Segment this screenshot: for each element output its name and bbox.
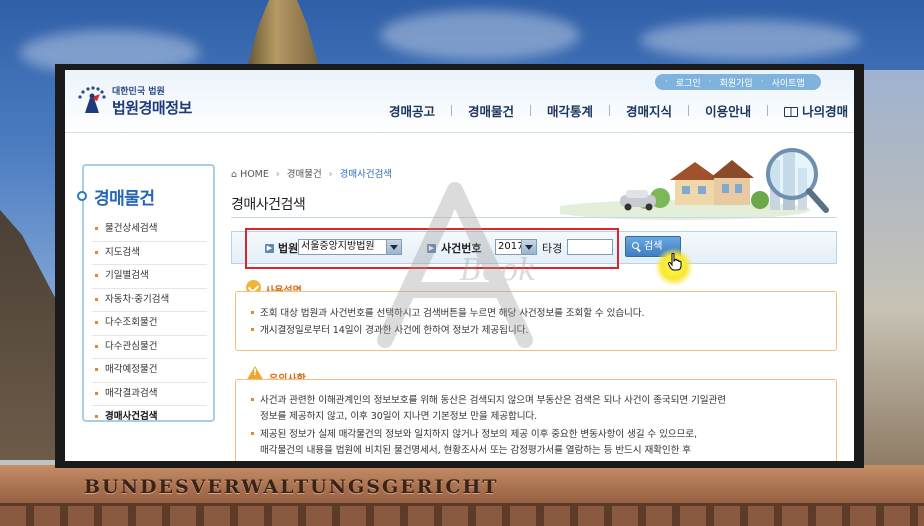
case-type-label: 타경 [542, 242, 563, 255]
sidebar-item-sale-results[interactable]: 매각결과검색 [92, 383, 207, 406]
site-header: 대한민국 법원 법원경매정보 · 로그인 · 회원가입 · 사이트맵 경매공고 … [65, 70, 854, 133]
nav-usage-guide[interactable]: 이용안내 [697, 101, 759, 120]
title-divider [231, 217, 837, 218]
sidebar-item-vehicle-search[interactable]: 자동차·중기검색 [92, 289, 207, 312]
search-icon [632, 242, 639, 249]
cloud [640, 20, 860, 60]
triangle-right-icon: ▶ [427, 244, 436, 253]
nav-sale-statistics[interactable]: 매각통계 [539, 101, 601, 120]
caution-line: 사건과 관련한 이해관계인의 정보보호를 위해 동산은 검색되지 않으며 부동산… [251, 392, 726, 406]
sidebar-item-most-interested[interactable]: 다수관심물건 [92, 336, 207, 359]
breadcrumb: ⌂ HOME › 경매물건 › 경매사건검색 [231, 166, 392, 180]
utility-links: · 로그인 · 회원가입 · 사이트맵 [655, 74, 821, 90]
court-logo-icon[interactable] [77, 86, 107, 116]
nav-auction-items[interactable]: 경매물건 [460, 101, 522, 120]
home-icon[interactable]: ⌂ [231, 169, 237, 180]
chevron-right-icon: › [275, 169, 280, 180]
usage-line: 개시결정일로부터 14일이 경과한 사건에 한하여 정보가 제공됩니다. [251, 322, 528, 336]
court-select[interactable]: 서울중앙지방법원 [298, 239, 402, 255]
web-page: 대한민국 법원 법원경매정보 · 로그인 · 회원가입 · 사이트맵 경매공고 … [65, 70, 854, 461]
signup-link[interactable]: 회원가입 [714, 76, 759, 89]
breadcrumb-home[interactable]: HOME [240, 169, 269, 180]
sidebar-item-case-search[interactable]: 경매사건검색 [92, 406, 207, 429]
caution-line: 매각물건의 내용을 법원에 비치된 물건명세서, 현황조사서 또는 감정평가서를… [260, 445, 692, 456]
title-bullet-icon [77, 191, 87, 201]
usage-line: 조회 대상 법원과 사건번호를 선택하시고 검색버튼을 누르면 해당 사건정보를… [251, 305, 645, 319]
sidebar-item-most-viewed[interactable]: 다수조회물건 [92, 312, 207, 336]
book-icon [784, 107, 799, 117]
houses-magnifier-illustration [560, 148, 829, 220]
sitemap-link[interactable]: 사이트맵 [766, 76, 811, 89]
facade-inscription: BUNDESVERWALTUNGSGERICHT [84, 476, 499, 498]
search-button[interactable]: 검색 [625, 236, 681, 257]
sidebar-title: 경매물건 [94, 189, 155, 209]
main-nav: 경매공고 경매물건 매각통계 경매지식 이용안내 나의경매 [381, 101, 854, 120]
court-label: 법원 [278, 242, 299, 255]
nav-auction-notice[interactable]: 경매공고 [381, 101, 443, 120]
breadcrumb-current: 경매사건검색 [339, 169, 393, 180]
building-statue [862, 70, 924, 470]
page-title: 경매사건검색 [231, 197, 306, 213]
chevron-down-icon [386, 240, 401, 254]
login-link[interactable]: 로그인 [670, 76, 707, 89]
sidebar-item-date-search[interactable]: 기일별검색 [92, 265, 207, 289]
case-number-input[interactable] [567, 239, 613, 255]
sidebar: 경매물건 물건상세검색 지도검색 기일별검색 자동차·중기검색 다수조회물건 다… [77, 164, 215, 422]
sidebar-item-detail-search[interactable]: 물건상세검색 [92, 218, 207, 242]
logo-title[interactable]: 법원경매정보 [112, 97, 192, 118]
year-select[interactable]: 2017 [495, 239, 537, 255]
sidebar-item-scheduled-sale[interactable]: 매각예정물건 [92, 359, 207, 383]
nav-my-auction[interactable]: 나의경매 [776, 101, 854, 120]
caution-line: 정보를 제공하지 않고, 이후 30일이 지나면 기본정보 만을 제공합니다. [260, 411, 538, 422]
breadcrumb-level1[interactable]: 경매물건 [287, 169, 322, 180]
nav-auction-knowledge[interactable]: 경매지식 [618, 101, 680, 120]
cloud [380, 10, 580, 60]
sidebar-item-map-search[interactable]: 지도검색 [92, 242, 207, 265]
triangle-right-icon: ▶ [265, 244, 274, 253]
caution-line: 제공된 정보가 실제 매각물건의 정보와 일치하지 않거나 정보의 제공 이후 … [251, 426, 697, 440]
chevron-down-icon [521, 240, 536, 254]
case-number-label: 사건번호 [441, 242, 482, 255]
sidebar-menu: 물건상세검색 지도검색 기일별검색 자동차·중기검색 다수조회물건 다수관심물건… [92, 218, 207, 429]
facade-columns [0, 506, 924, 526]
usage-box [235, 291, 837, 351]
logo-subtitle: 대한민국 법원 [112, 87, 165, 97]
chevron-right-icon: › [328, 169, 333, 180]
